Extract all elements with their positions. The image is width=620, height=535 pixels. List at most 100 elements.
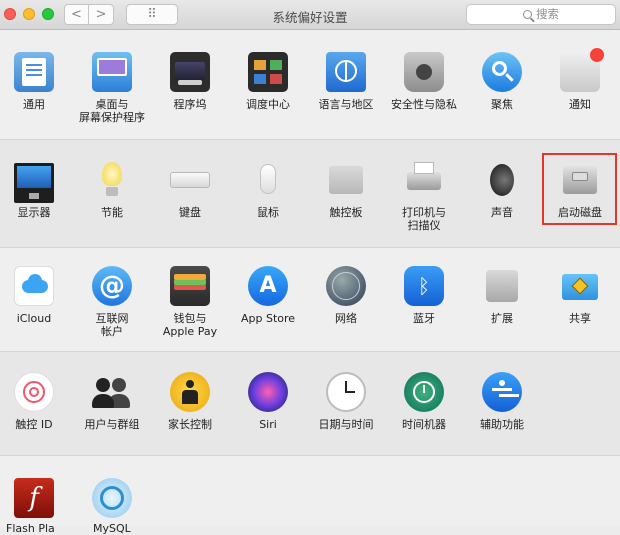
search-placeholder: 搜索 <box>536 7 559 21</box>
network-icon <box>326 266 366 306</box>
pref-trackpad[interactable]: 触控板 <box>307 160 385 219</box>
pref-label: 通用 <box>23 98 45 111</box>
pref-label: 调度中心 <box>246 98 290 111</box>
energy-saver-icon <box>92 160 132 200</box>
accessibility-icon <box>482 372 522 412</box>
wallet-icon <box>170 266 210 306</box>
forward-button[interactable]: > <box>89 4 114 25</box>
pref-label: Flash Pla <box>6 522 55 535</box>
close-window-button[interactable] <box>4 8 16 20</box>
pref-extensions[interactable]: 扩展 <box>463 266 541 325</box>
title-bar: < > ⠿ 系统偏好设置 搜索 <box>0 0 620 30</box>
pref-parental-controls[interactable]: 家长控制 <box>151 372 229 431</box>
pref-label: MySQL <box>93 522 131 535</box>
pref-time-machine[interactable]: 时间机器 <box>385 372 463 431</box>
trackpad-icon <box>326 160 366 200</box>
pref-accessibility[interactable]: 辅助功能 <box>463 372 541 431</box>
keyboard-icon <box>170 160 210 200</box>
pref-icloud[interactable]: iCloud <box>0 266 73 325</box>
printers-scanners-icon <box>404 160 444 200</box>
displays-icon <box>14 163 54 203</box>
show-all-button[interactable]: ⠿ <box>126 4 178 25</box>
pref-displays[interactable]: 显示器 <box>0 160 73 219</box>
pref-label: 键盘 <box>179 206 201 219</box>
pref-sharing[interactable]: 共享 <box>541 266 619 325</box>
pref-spotlight[interactable]: 聚焦 <box>463 52 541 111</box>
pref-label: 日期与时间 <box>318 418 374 431</box>
desktop-screensaver-icon <box>92 52 132 92</box>
pref-label: 网络 <box>335 312 357 325</box>
mysql-icon <box>92 478 132 518</box>
pref-label: 声音 <box>491 206 513 219</box>
pref-dock[interactable]: 程序坞 <box>151 52 229 111</box>
window-title: 系统偏好设置 <box>272 10 348 25</box>
pref-bluetooth[interactable]: ᛒ 蓝牙 <box>385 266 463 325</box>
notifications-icon <box>560 48 604 92</box>
chevron-right-icon: > <box>95 7 107 22</box>
pref-label: 打印机与 扫描仪 <box>402 206 446 232</box>
pref-label: 时间机器 <box>402 418 446 431</box>
sound-icon <box>482 160 522 200</box>
search-field[interactable]: 搜索 <box>466 4 616 25</box>
pref-label: 节能 <box>101 206 123 219</box>
pref-label: 用户与群组 <box>84 418 140 431</box>
app-store-icon: A <box>248 266 288 306</box>
time-machine-icon <box>404 372 444 412</box>
pref-mysql[interactable] <box>73 478 151 518</box>
pref-app-store[interactable]: A App Store <box>229 266 307 325</box>
pref-label: 通知 <box>569 98 591 111</box>
extensions-icon <box>482 266 522 306</box>
date-time-icon <box>326 372 366 412</box>
security-privacy-icon <box>404 52 444 92</box>
pref-users-groups[interactable]: 用户与群组 <box>73 372 151 431</box>
pref-label: 钱包与 Apple Pay <box>162 312 218 338</box>
pref-flash-player[interactable]: f <box>0 478 73 518</box>
pref-label: 聚焦 <box>491 98 513 111</box>
pref-label: 互联网 帐户 <box>95 312 129 338</box>
pref-wallet-applepay[interactable]: 钱包与 Apple Pay <box>151 266 229 338</box>
pref-label: 触控板 <box>329 206 363 219</box>
pref-label: 桌面与 屏幕保护程序 <box>79 98 145 124</box>
siri-icon <box>248 372 288 412</box>
pref-label: 扩展 <box>491 312 513 325</box>
pref-touch-id[interactable]: 触控 ID <box>0 372 73 431</box>
pref-mission-control[interactable]: 调度中心 <box>229 52 307 111</box>
pref-label: 蓝牙 <box>413 312 435 325</box>
minimize-window-button[interactable] <box>23 8 35 20</box>
pref-notifications[interactable]: 通知 <box>541 48 619 111</box>
pref-general[interactable]: 通用 <box>0 52 73 111</box>
icloud-icon <box>14 266 54 306</box>
pref-sound[interactable]: 声音 <box>463 160 541 219</box>
spotlight-icon <box>482 52 522 92</box>
pref-label: 语言与地区 <box>318 98 374 111</box>
pref-label: Siri <box>259 418 277 431</box>
grid-icon: ⠿ <box>147 7 157 22</box>
pref-internet-accounts[interactable]: @ 互联网 帐户 <box>73 266 151 338</box>
users-groups-icon <box>92 372 132 412</box>
internet-accounts-icon: @ <box>92 266 132 306</box>
pref-language-region[interactable]: 语言与地区 <box>307 52 385 111</box>
pref-network[interactable]: 网络 <box>307 266 385 325</box>
pref-energy-saver[interactable]: 节能 <box>73 160 151 219</box>
dock-icon <box>170 52 210 92</box>
parental-controls-icon <box>170 372 210 412</box>
pref-keyboard[interactable]: 键盘 <box>151 160 229 219</box>
pref-mouse[interactable]: 鼠标 <box>229 160 307 219</box>
sharing-icon <box>560 266 600 306</box>
pref-label: 安全性与隐私 <box>391 98 457 111</box>
back-button[interactable]: < <box>64 4 89 25</box>
general-icon <box>14 52 54 92</box>
flash-player-icon: f <box>14 478 54 518</box>
pref-date-time[interactable]: 日期与时间 <box>307 372 385 431</box>
pref-siri[interactable]: Siri <box>229 372 307 431</box>
zoom-window-button[interactable] <box>42 8 54 20</box>
pref-label: iCloud <box>16 312 52 325</box>
pref-printers-scanners[interactable]: 打印机与 扫描仪 <box>385 160 463 232</box>
selection-highlight <box>542 153 617 225</box>
pref-label: 鼠标 <box>257 206 279 219</box>
pref-desktop-screensaver[interactable]: 桌面与 屏幕保护程序 <box>73 52 151 124</box>
touch-id-icon <box>14 372 54 412</box>
pref-label: 家长控制 <box>168 418 212 431</box>
pref-label: 辅助功能 <box>480 418 524 431</box>
pref-security-privacy[interactable]: 安全性与隐私 <box>385 52 463 111</box>
